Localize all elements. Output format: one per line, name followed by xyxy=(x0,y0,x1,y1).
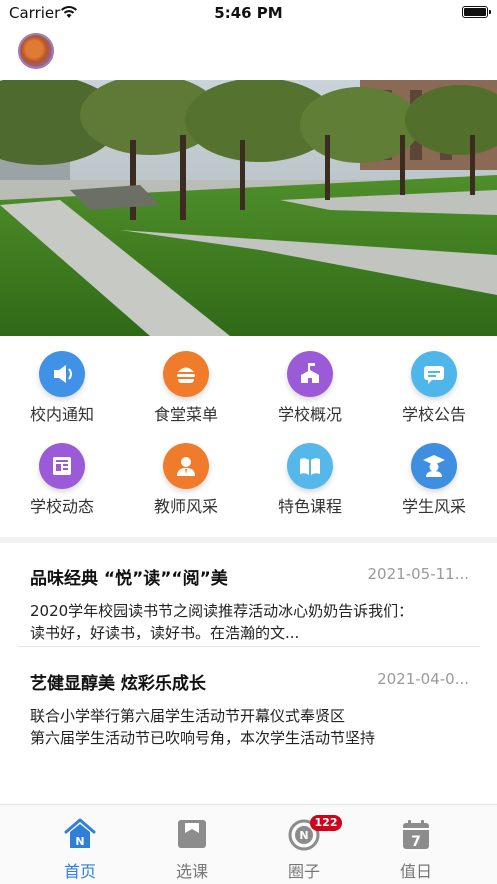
tab-label: 首页 xyxy=(63,862,96,881)
tab-circle[interactable]: N 122 圈子 xyxy=(242,805,366,884)
status-bar: Carrier 5:46 PM xyxy=(0,0,497,26)
svg-text:N: N xyxy=(299,829,308,842)
menu-item-school-announcement[interactable]: 学校公告 xyxy=(372,336,496,428)
menu-item-student-showcase[interactable]: 学生风采 xyxy=(372,428,496,520)
news-title: 品味经典 “悦”读”“阅”美 xyxy=(30,569,228,589)
tab-home[interactable]: N 首页 xyxy=(18,805,142,884)
burger-icon xyxy=(163,351,209,397)
tab-duty[interactable]: 7 值日 xyxy=(354,805,478,884)
teacher-icon xyxy=(163,443,209,489)
menu-label: 学校动态 xyxy=(29,497,94,516)
calendar-day: 7 xyxy=(411,834,421,850)
svg-text:N: N xyxy=(75,835,84,848)
tab-label: 值日 xyxy=(399,862,432,881)
news-title: 艺健显醇美 炫彩乐成长 xyxy=(30,674,206,694)
menu-item-canteen-menu[interactable]: 食堂菜单 xyxy=(124,336,248,428)
calendar-icon: 7 xyxy=(403,820,429,850)
book-icon xyxy=(287,443,333,489)
feature-menu: 校内通知 食堂菜单 学校概况 学校公告 学校动态 教师风采 特色课程 学生风采 xyxy=(0,336,497,536)
avatar[interactable] xyxy=(18,33,54,69)
menu-label: 特色课程 xyxy=(277,497,342,516)
news-separator xyxy=(18,646,480,647)
home-icon: N xyxy=(64,818,96,848)
course-icon xyxy=(178,820,206,848)
clock: 5:46 PM xyxy=(214,4,283,22)
menu-item-teacher-showcase[interactable]: 教师风采 xyxy=(124,428,248,520)
graduate-icon xyxy=(411,443,457,489)
notification-badge: 122 xyxy=(310,815,342,831)
menu-label: 教师风采 xyxy=(153,497,218,516)
news-summary: 联合小学举行第六届学生活动节开幕仪式奉贤区 第六届学生活动节已吹响号角，本次学生… xyxy=(30,707,376,747)
menu-item-campus-notice[interactable]: 校内通知 xyxy=(0,336,124,428)
menu-label: 校内通知 xyxy=(29,405,94,424)
news-icon xyxy=(39,443,85,489)
tab-label: 选课 xyxy=(175,862,208,881)
news-date: 2021-05-11... xyxy=(367,565,469,583)
menu-item-school-overview[interactable]: 学校概况 xyxy=(248,336,372,428)
news-item[interactable]: 艺健显醇美 炫彩乐成长 2021-04-0... 联合小学举行第六届学生活动节开… xyxy=(0,669,497,749)
tab-course-selection[interactable]: 选课 xyxy=(130,805,254,884)
tab-bar: N 首页 选课 N 122 圈子 7 值日 xyxy=(0,804,497,884)
campus-banner-image[interactable] xyxy=(0,80,497,336)
tab-label: 圈子 xyxy=(287,862,320,881)
menu-item-school-news[interactable]: 学校动态 xyxy=(0,428,124,520)
menu-label: 学校概况 xyxy=(277,405,342,424)
menu-item-featured-courses[interactable]: 特色课程 xyxy=(248,428,372,520)
news-item[interactable]: 品味经典 “悦”读”“阅”美 2021-05-11... 2020学年校园读书节… xyxy=(0,564,497,644)
news-date: 2021-04-0... xyxy=(377,670,469,688)
battery-icon xyxy=(462,6,491,18)
menu-label: 学校公告 xyxy=(401,405,466,424)
section-divider xyxy=(0,537,497,543)
news-summary: 2020学年校园读书节之阅读推荐活动冰心奶奶告诉我们： 读书好，好读书，读好书。… xyxy=(30,602,414,642)
school-building-icon xyxy=(287,351,333,397)
chat-bubble-icon xyxy=(411,351,457,397)
menu-label: 学生风采 xyxy=(401,497,466,516)
menu-label: 食堂菜单 xyxy=(153,405,218,424)
speaker-icon xyxy=(39,351,85,397)
